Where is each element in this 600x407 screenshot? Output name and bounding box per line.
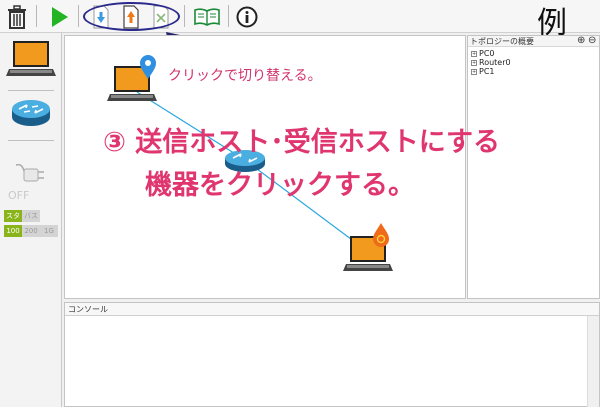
palette-pc[interactable] <box>4 39 58 79</box>
receiver-drop-icon <box>371 222 391 252</box>
plug-icon <box>15 163 44 182</box>
power-status-label: OFF <box>8 189 30 202</box>
speed-option-100[interactable]: 100 <box>4 225 22 237</box>
mode-option-bus[interactable]: バス <box>22 210 40 222</box>
topology-tree-panel: トポロジーの概要 + PC0 + Router0 + PC1 <box>467 35 600 299</box>
zoom-in-icon[interactable]: ⊕ <box>577 35 585 46</box>
annotation-step3-line1: ③ 送信ホスト･受信ホストにする <box>103 127 501 158</box>
expand-icon[interactable]: + <box>471 59 477 66</box>
console-title: コンソール <box>65 303 599 316</box>
speed-toggle[interactable]: 100 200 1G <box>4 225 58 237</box>
speed-option-200[interactable]: 200 <box>22 225 40 237</box>
expand-icon[interactable]: + <box>471 68 477 75</box>
zoom-out-icon[interactable]: ⊖ <box>588 35 596 46</box>
speed-option-1g[interactable]: 1G <box>40 225 58 237</box>
expand-icon[interactable]: + <box>471 50 477 57</box>
router-icon <box>12 100 50 126</box>
play-icon[interactable] <box>46 4 72 30</box>
laptop-icon <box>6 41 56 76</box>
info-icon[interactable] <box>234 4 260 30</box>
toolbar: 例 <box>0 0 600 41</box>
tree-item-pc0[interactable]: + PC0 <box>468 49 599 58</box>
tree-item-router0[interactable]: + Router0 <box>468 58 599 67</box>
mode-option-star[interactable]: スター <box>4 210 22 232</box>
sender-pin-icon <box>139 54 157 84</box>
palette-router[interactable] <box>4 97 58 129</box>
palette-power-plug[interactable] <box>4 161 58 189</box>
tree-item-pc1[interactable]: + PC1 <box>468 67 599 76</box>
trash-icon[interactable] <box>4 4 30 30</box>
annotation-click-toggle: クリックで切り替える。 <box>168 68 322 84</box>
console-panel: コンソール <box>64 302 600 407</box>
device-palette: OFF スター バス 100 200 1G <box>0 33 62 407</box>
annotation-step3-line2: 機器をクリックする。 <box>145 170 415 201</box>
mode-toggle[interactable]: スター バス <box>4 210 40 232</box>
console-scrollbar[interactable] <box>587 316 599 407</box>
